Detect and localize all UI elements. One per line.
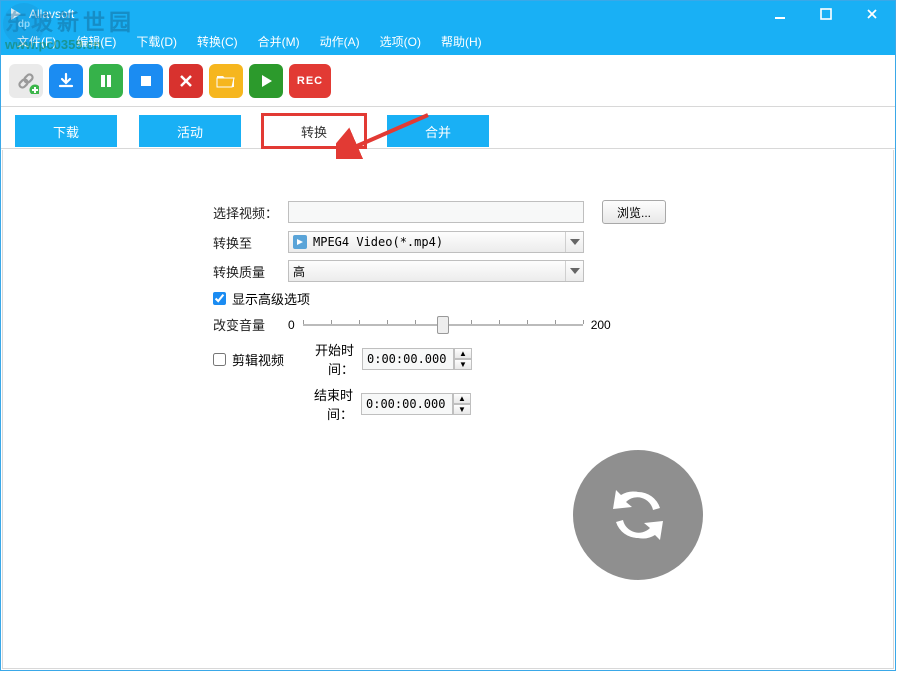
stop-button[interactable] xyxy=(129,64,163,98)
video-file-icon xyxy=(293,235,307,249)
slider-thumb[interactable] xyxy=(437,316,449,334)
spin-down-icon[interactable]: ▼ xyxy=(454,359,472,370)
convert-start-button[interactable] xyxy=(573,450,703,580)
volume-label: 改变音量 xyxy=(213,315,288,334)
browse-button[interactable]: 浏览... xyxy=(602,200,666,224)
menu-convert[interactable]: 转换(C) xyxy=(187,29,248,54)
tab-download[interactable]: 下载 xyxy=(15,115,117,147)
quality-combo[interactable]: 高 xyxy=(288,260,584,282)
menu-file[interactable]: 文件(F) xyxy=(7,29,66,54)
end-time-input[interactable]: ▲▼ xyxy=(361,393,471,415)
menu-bar: 文件(F) 编辑(E) 下载(D) 转换(C) 合并(M) 动作(A) 选项(O… xyxy=(1,27,895,55)
trim-label: 剪辑视频 xyxy=(232,350,290,369)
annotation-arrow-icon xyxy=(336,109,436,159)
menu-edit[interactable]: 编辑(E) xyxy=(66,29,126,54)
maximize-button[interactable] xyxy=(803,1,849,27)
chevron-down-icon xyxy=(565,232,583,252)
menu-option[interactable]: 选项(O) xyxy=(370,29,431,54)
play-button[interactable] xyxy=(249,64,283,98)
tab-strip: 下载 活动 转换 合并 xyxy=(1,107,895,149)
record-label: REC xyxy=(297,75,323,87)
quality-label: 转换质量 xyxy=(213,262,288,281)
select-video-input[interactable] xyxy=(288,201,584,223)
app-logo-icon xyxy=(7,6,23,22)
trim-checkbox[interactable] xyxy=(213,353,226,366)
end-time-label: 结束时间： xyxy=(289,385,353,423)
menu-help[interactable]: 帮助(H) xyxy=(431,29,492,54)
delete-button[interactable] xyxy=(169,64,203,98)
pause-button[interactable] xyxy=(89,64,123,98)
menu-download[interactable]: 下载(D) xyxy=(126,29,187,54)
close-button[interactable] xyxy=(849,1,895,27)
content-pane: 选择视频： 浏览... 转换至 MPEG4 Video(*.mp4) 转换质量 xyxy=(2,150,894,669)
convert-to-combo[interactable]: MPEG4 Video(*.mp4) xyxy=(288,231,584,253)
spin-up-icon[interactable]: ▲ xyxy=(454,348,472,359)
open-folder-button[interactable] xyxy=(209,64,243,98)
start-time-field[interactable] xyxy=(362,348,454,370)
start-time-label: 开始时间： xyxy=(290,340,354,378)
title-bar: Allavsoft xyxy=(1,1,895,27)
paste-url-button[interactable] xyxy=(9,64,43,98)
download-button[interactable] xyxy=(49,64,83,98)
volume-slider[interactable] xyxy=(303,316,583,334)
end-time-field[interactable] xyxy=(361,393,453,415)
convert-to-value: MPEG4 Video(*.mp4) xyxy=(313,235,443,249)
convert-to-label: 转换至 xyxy=(213,233,288,252)
window-title: Allavsoft xyxy=(29,7,74,21)
chevron-down-icon xyxy=(565,261,583,281)
show-advanced-checkbox[interactable] xyxy=(213,292,226,305)
volume-min: 0 xyxy=(288,318,295,332)
menu-merge[interactable]: 合并(M) xyxy=(248,29,310,54)
record-button[interactable]: REC xyxy=(289,64,331,98)
volume-max: 200 xyxy=(591,318,611,332)
tab-activity[interactable]: 活动 xyxy=(139,115,241,147)
start-time-input[interactable]: ▲▼ xyxy=(362,348,472,370)
toolbar: REC xyxy=(1,55,895,107)
minimize-button[interactable] xyxy=(757,1,803,27)
spin-up-icon[interactable]: ▲ xyxy=(453,393,471,404)
show-advanced-label: 显示高级选项 xyxy=(232,289,310,308)
select-video-label: 选择视频： xyxy=(213,203,288,222)
spin-down-icon[interactable]: ▼ xyxy=(453,404,471,415)
quality-value: 高 xyxy=(293,263,305,280)
refresh-icon xyxy=(603,480,673,550)
menu-action[interactable]: 动作(A) xyxy=(310,29,370,54)
